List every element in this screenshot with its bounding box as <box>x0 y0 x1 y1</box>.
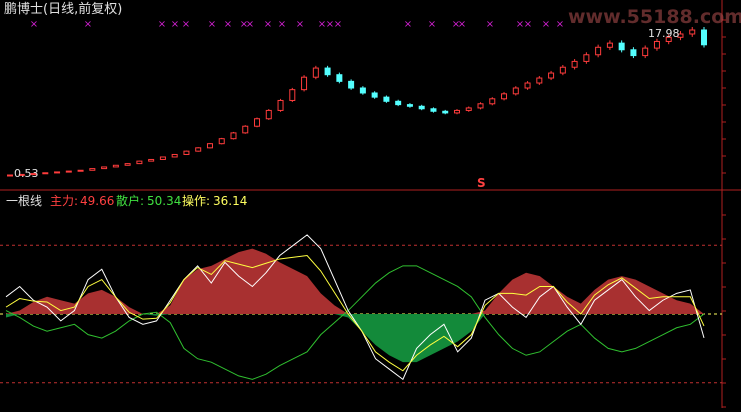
x-marker: × <box>296 19 304 30</box>
x-marker-row: × × × × × × × ×× × × × × × × × × ×× × × × × × <box>30 19 564 30</box>
candle-body <box>642 47 649 57</box>
candle-body <box>112 164 119 168</box>
candle-body <box>395 100 402 106</box>
candle-body <box>524 82 531 89</box>
candle-body <box>42 172 49 175</box>
candle-body <box>171 153 178 158</box>
candle-body <box>489 98 496 105</box>
candle-body <box>618 42 625 51</box>
candle-body <box>159 156 166 160</box>
candle-body <box>312 67 319 78</box>
candle-body <box>195 147 202 152</box>
candle-body <box>324 67 331 76</box>
x-marker: × <box>264 19 272 30</box>
candle-body <box>383 96 390 102</box>
candle-body <box>418 105 425 110</box>
candle-body <box>442 110 449 114</box>
candle-body <box>242 125 249 134</box>
x-marker: × <box>84 19 92 30</box>
candle-body <box>218 138 225 145</box>
signal-marker: S <box>477 176 486 190</box>
indicator-series <box>0 234 722 384</box>
candle-body <box>701 29 707 46</box>
candle-body <box>406 104 413 107</box>
chart-stage: × × × × × × × × × × × × × × × × × × × × × × × × 鹏博士(日线,前复权) www… <box>0 0 741 408</box>
x-marker: × <box>486 19 494 30</box>
x-marker: × <box>524 19 532 30</box>
candle-body <box>606 42 613 48</box>
candle-body <box>371 92 378 98</box>
candle-body <box>595 46 602 56</box>
x-marker: × <box>428 19 436 30</box>
x-marker: × <box>171 19 179 30</box>
x-marker: × <box>246 19 254 30</box>
candle-body <box>230 132 237 140</box>
watermark: www.55188.com <box>568 6 741 28</box>
candle-body <box>136 160 143 165</box>
x-marker: × <box>404 19 412 30</box>
candle-body <box>301 76 308 91</box>
candle-body <box>289 89 296 101</box>
price-high-label: 17.98 <box>648 27 680 40</box>
candle-body <box>477 103 484 109</box>
candle-body <box>583 54 590 62</box>
candle-body <box>101 166 108 170</box>
candle-body <box>254 118 261 127</box>
operate-label: 操作: <box>182 194 211 208</box>
candle-body <box>77 169 84 172</box>
candle-body <box>265 109 272 120</box>
x-marker: × <box>278 19 286 30</box>
x-marker: × <box>158 19 166 30</box>
candle-body <box>571 60 578 68</box>
candle-body <box>630 49 637 57</box>
x-marker: × <box>208 19 216 30</box>
x-marker: × <box>542 19 550 30</box>
operate-value: 36.14 <box>213 194 248 208</box>
price-low-label: 0.53 <box>14 167 39 180</box>
main-value: 49.66 <box>80 194 115 208</box>
candlestick-series <box>7 27 707 177</box>
retail-label: 散户: <box>116 194 145 208</box>
indicator-name: 一根线 <box>6 194 43 208</box>
candle-body <box>430 108 437 112</box>
candle-body <box>465 107 472 111</box>
candle-body <box>653 40 660 49</box>
candle-body <box>548 72 555 79</box>
candle-body <box>348 80 355 89</box>
candle-body <box>54 171 61 174</box>
candle-body <box>206 143 213 149</box>
candle-body <box>453 109 460 114</box>
retail-value: 50.34 <box>147 194 182 208</box>
candle-body <box>124 163 131 166</box>
candle-body <box>183 150 190 155</box>
candle-body <box>559 66 566 74</box>
candle-body <box>536 77 543 84</box>
candle-body <box>359 87 366 94</box>
x-marker: × <box>224 19 232 30</box>
candle-body <box>512 87 519 95</box>
candle-body <box>689 29 696 35</box>
candle-body <box>7 174 13 177</box>
x-marker: × <box>334 19 342 30</box>
x-marker: × <box>30 19 38 30</box>
chart-title: 鹏博士(日线,前复权) <box>4 2 123 17</box>
x-marker: × <box>182 19 190 30</box>
candle-body <box>501 93 508 100</box>
candle-body <box>336 74 343 82</box>
x-marker: × <box>556 19 564 30</box>
main-label: 主力: <box>50 194 79 208</box>
x-marker: × <box>458 19 466 30</box>
candle-body <box>89 168 96 171</box>
candle-body <box>148 158 155 162</box>
candle-body <box>277 99 284 111</box>
candle-body <box>65 170 72 173</box>
